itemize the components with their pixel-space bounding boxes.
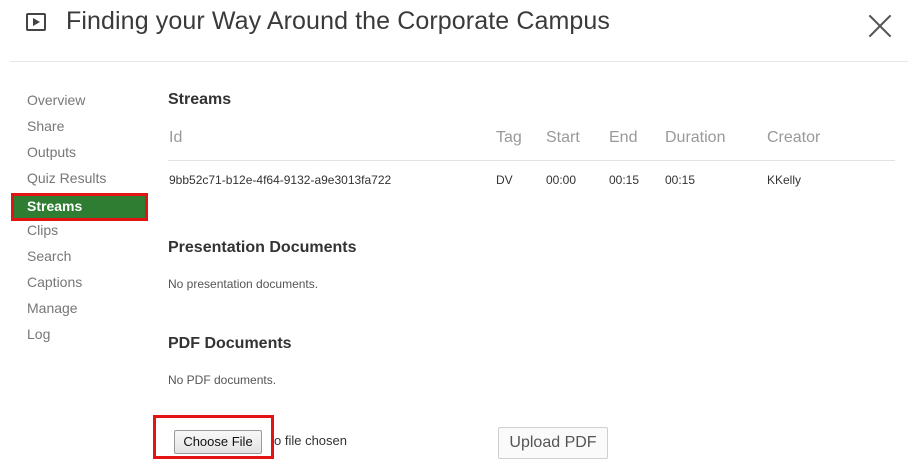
column-header-duration: Duration (665, 129, 726, 146)
sidebar-item-label: Streams (11, 193, 148, 221)
pdf-documents-title: PDF Documents (168, 335, 292, 352)
column-header-start: Start (546, 129, 580, 146)
column-header-tag: Tag (496, 129, 522, 146)
file-status-text: o file chosen (274, 433, 347, 448)
column-header-end: End (609, 129, 638, 146)
sidebar-item-label: Quiz Results (27, 170, 107, 186)
play-icon (26, 13, 46, 31)
column-header-id: Id (169, 129, 183, 146)
sidebar-item-log[interactable]: Log (27, 324, 152, 350)
sidebar-item-share[interactable]: Share (27, 116, 152, 142)
sidebar-item-label: Captions (27, 274, 83, 290)
presentation-documents-title: Presentation Documents (168, 239, 357, 256)
stream-creator-cell: KKelly (767, 173, 802, 187)
dialog-title: Finding your Way Around the Corporate Ca… (66, 7, 611, 35)
close-icon[interactable] (866, 11, 894, 39)
column-header-creator: Creator (767, 129, 821, 146)
sidebar-item-outputs[interactable]: Outputs (27, 142, 152, 168)
sidebar-item-label: Outputs (27, 144, 77, 160)
choose-file-highlight: Choose File (153, 415, 274, 459)
stream-duration-cell: 00:15 (665, 173, 696, 187)
stream-id-cell: 9bb52c71-b12e-4f64-9132-a9e3013fa722 (169, 173, 392, 187)
header-divider (10, 61, 908, 62)
pdf-documents-empty: No PDF documents. (168, 373, 277, 387)
sidebar-item-label: Manage (27, 300, 78, 316)
sidebar-item-label: Overview (27, 92, 86, 108)
streams-title: Streams (168, 91, 232, 108)
choose-file-button[interactable]: Choose File (174, 430, 262, 454)
stream-start-cell: 00:00 (546, 173, 577, 187)
sidebar-item-label: Search (27, 248, 72, 264)
sidebar-item-quiz-results[interactable]: Quiz Results (27, 168, 152, 194)
sidebar-item-label: Log (27, 326, 51, 342)
presentation-documents-empty: No presentation documents. (168, 277, 319, 291)
sidebar-item-overview[interactable]: Overview (27, 90, 152, 116)
sidebar-item-search[interactable]: Search (27, 246, 152, 272)
dialog-header: Finding your Way Around the Corporate Ca… (0, 0, 908, 62)
sidebar-nav: Overview Share Outputs Quiz Results Stre… (11, 90, 152, 350)
sidebar-item-streams[interactable]: Streams (11, 193, 152, 221)
sidebar-item-clips[interactable]: Clips (27, 220, 152, 246)
sidebar-item-manage[interactable]: Manage (27, 298, 152, 324)
sidebar-item-label: Clips (27, 222, 59, 238)
stream-end-cell: 00:15 (609, 173, 640, 187)
sidebar-item-captions[interactable]: Captions (27, 272, 152, 298)
upload-pdf-button[interactable]: Upload PDF (498, 427, 608, 459)
table-divider (168, 160, 895, 161)
stream-tag-cell: DV (496, 173, 513, 187)
sidebar-item-label: Share (27, 118, 65, 134)
